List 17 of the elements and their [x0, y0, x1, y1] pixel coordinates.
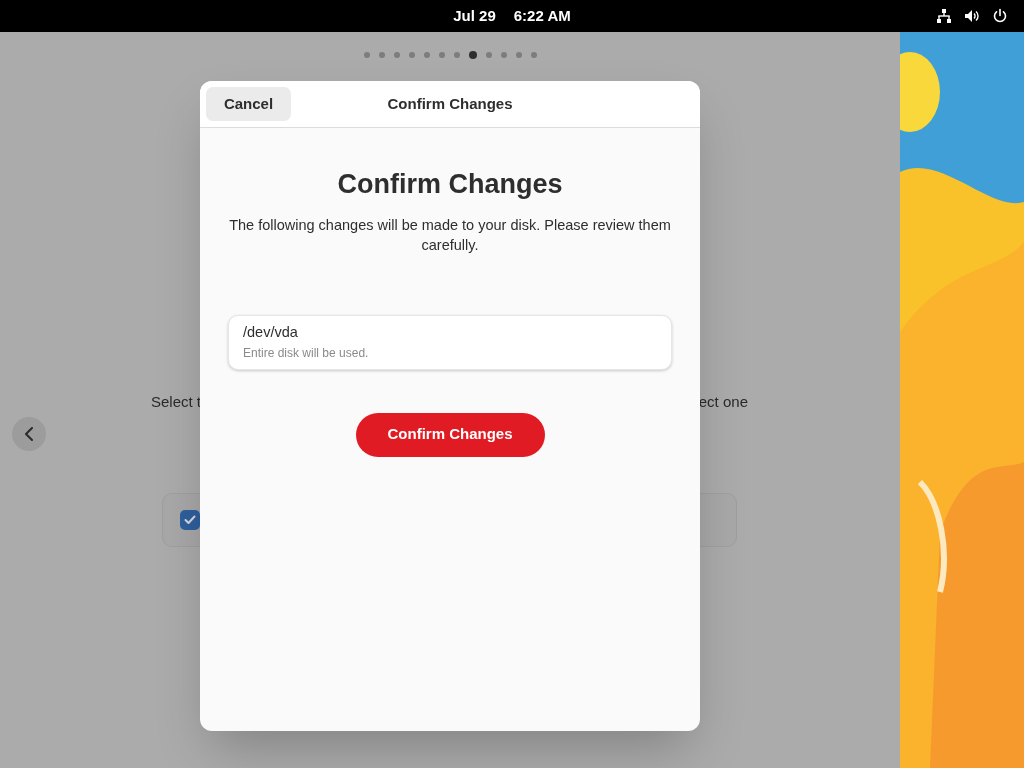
- instruction-text: ect one: [698, 392, 748, 412]
- network-icon[interactable]: [936, 8, 952, 24]
- back-button[interactable]: [12, 416, 46, 451]
- confirm-button[interactable]: Confirm Changes: [355, 412, 545, 457]
- disk-detail: Entire disk will be used.: [243, 344, 370, 362]
- volume-icon[interactable]: [964, 8, 980, 24]
- date-label[interactable]: Jul 29: [453, 4, 496, 28]
- dialog-description: The following changes will be made to your disk. Please review them carefully.: [228, 215, 672, 255]
- clock-label[interactable]: 6:22 AM: [513, 4, 571, 28]
- checkmark-icon: [184, 514, 196, 525]
- cancel-button[interactable]: Cancel: [206, 87, 291, 121]
- disk-name: /dev/vda: [243, 323, 299, 343]
- power-icon[interactable]: [992, 8, 1008, 24]
- back-icon: [24, 426, 34, 441]
- checkbox[interactable]: [180, 509, 200, 530]
- dialog-header-title: Confirm Changes: [387, 93, 513, 114]
- dialog-title: Confirm Changes: [337, 168, 563, 201]
